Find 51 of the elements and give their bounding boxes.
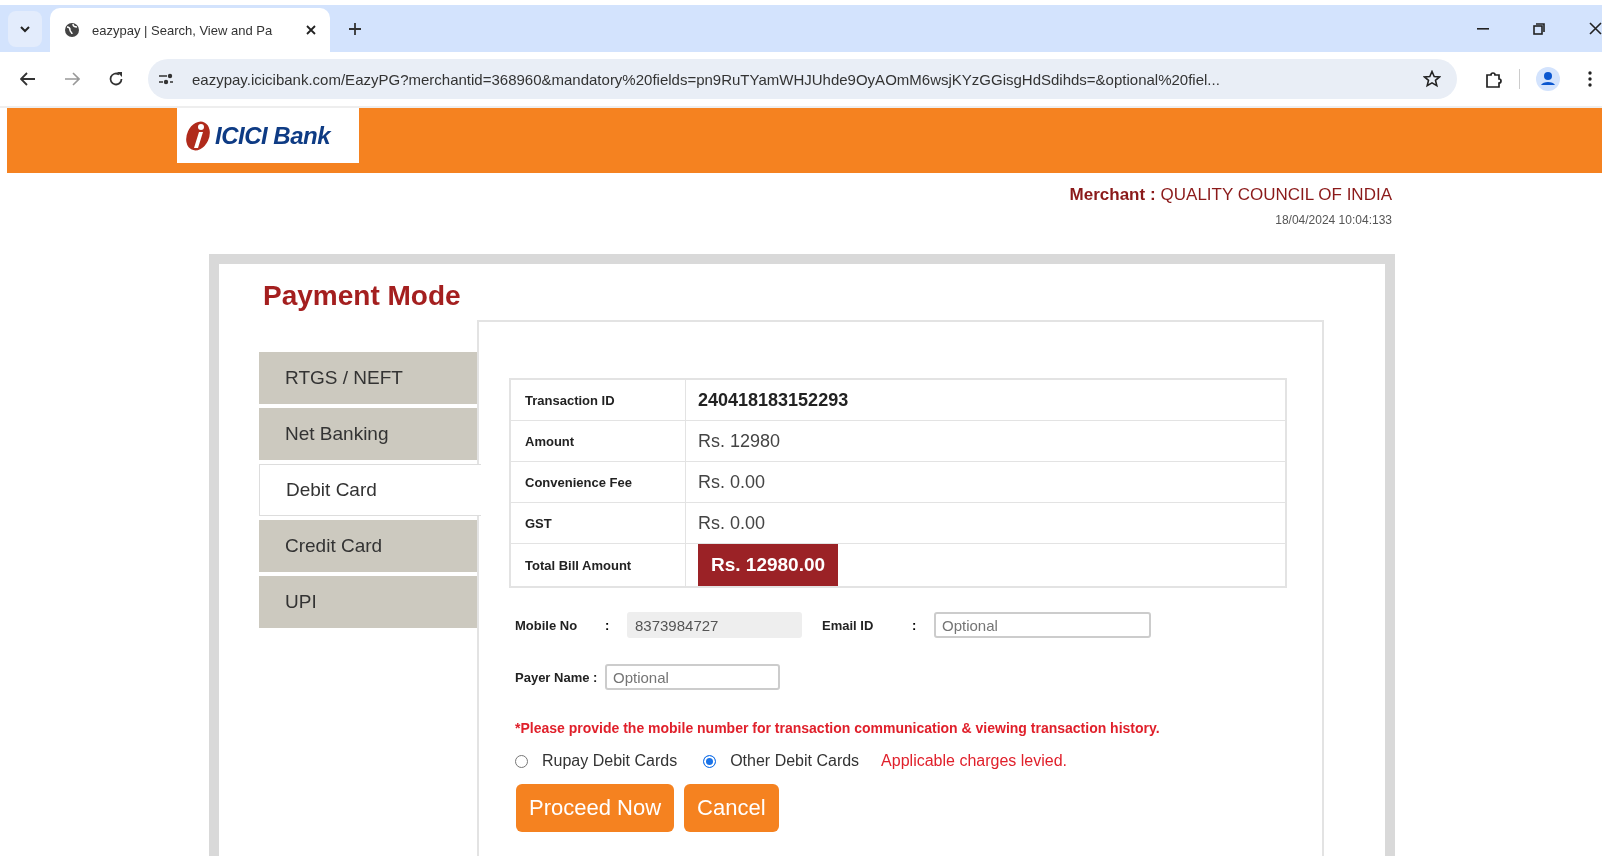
field-label: Email ID	[822, 617, 875, 633]
transaction-id: 240418183152293	[698, 389, 849, 410]
close-icon[interactable]	[306, 25, 316, 35]
minimize-icon[interactable]	[1477, 27, 1489, 30]
browser-tab[interactable]: eazypay | Search, View and Pa	[50, 8, 330, 52]
text-field[interactable]: Optional	[605, 664, 780, 690]
row-label: Amount	[510, 420, 686, 462]
more-icon[interactable]	[1588, 71, 1592, 87]
charges-note: Applicable charges levied.	[881, 752, 1067, 770]
field-label: Mobile No	[515, 617, 579, 633]
tab-title: eazypay | Search, View and Pa	[92, 22, 274, 38]
colon: :	[605, 617, 611, 633]
profile-icon[interactable]	[1536, 67, 1560, 91]
merchant-label: Merchant :	[1069, 185, 1156, 205]
row-label: GST	[510, 502, 686, 544]
colon: :	[912, 617, 918, 633]
star-icon[interactable]	[1423, 70, 1441, 88]
reload-icon[interactable]	[108, 71, 124, 87]
forward-icon[interactable]	[64, 72, 80, 86]
timestamp: 18/04/2024 10:04:133	[1275, 213, 1392, 227]
site-settings-icon[interactable]	[158, 72, 174, 86]
amount-value: Rs. 0.00	[698, 512, 766, 533]
field-label: Payer Name :	[515, 669, 599, 685]
amount-value: Rs. 0.00	[698, 471, 766, 492]
radio-label[interactable]: Rupay Debit Cards	[542, 752, 678, 770]
payment-mode-tab[interactable]: Net Banking	[259, 408, 477, 460]
radio-button[interactable]	[703, 754, 717, 768]
mobile-note: *Please provide the mobile number for transaction communication & viewing transaction history.	[515, 720, 1161, 736]
i-emblem-icon	[183, 119, 213, 152]
new-tab-icon[interactable]	[348, 21, 362, 36]
logo-text: ICICI Bank	[215, 121, 331, 150]
payment-mode-tab[interactable]: Credit Card	[259, 520, 477, 572]
row-label: Transaction ID	[510, 379, 686, 421]
section-title: Payment Mode	[263, 280, 462, 312]
payment-mode-tab[interactable]: RTGS / NEFT	[259, 352, 477, 404]
puzzle-icon[interactable]	[1485, 70, 1503, 88]
payment-mode-tab[interactable]: UPI	[259, 576, 477, 628]
row-label: Convenience Fee	[510, 461, 686, 503]
restore-icon[interactable]	[1533, 22, 1545, 35]
text-field[interactable]: Optional	[934, 612, 1151, 638]
globe-icon	[64, 22, 80, 38]
address-bar[interactable]: eazypay.icicibank.com/EazyPG?merchantid=368960&mandatory%20fields=pn9RuTYamWHJUhde9OyAOmM6wsjKYzGGisgHdSdihds=&optional%20fiel...	[148, 59, 1457, 99]
back-icon[interactable]	[20, 72, 36, 86]
total-amount: Rs. 12980.00	[698, 544, 839, 586]
url-text: eazypay.icicibank.com/EazyPG?merchantid=368960&mandatory%20fields=pn9RuTYamWHJUhde9OyAOmM6wsjKYzGGisgHdSdihds=&optional%20fiel...	[192, 70, 1221, 88]
close-icon[interactable]	[1589, 22, 1602, 35]
payment-mode-tab[interactable]: Debit Card	[259, 464, 481, 516]
merchant-name: QUALITY COUNCIL OF INDIA	[1160, 185, 1392, 205]
chevron-down-icon	[19, 24, 31, 33]
amount-value: Rs. 12980	[698, 430, 781, 451]
radio-label[interactable]: Other Debit Cards	[730, 752, 860, 770]
